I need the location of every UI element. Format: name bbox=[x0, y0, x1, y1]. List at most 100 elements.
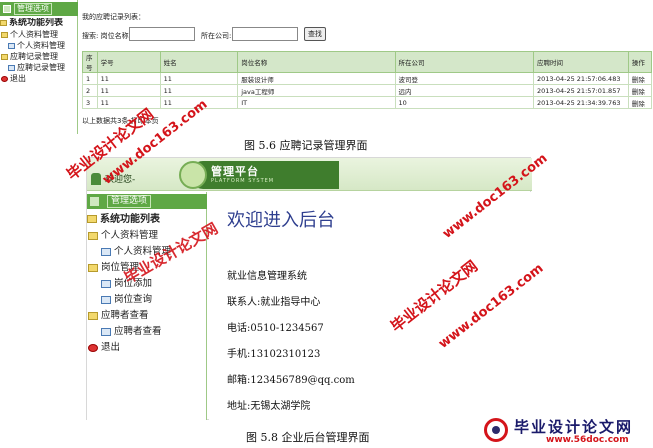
tree-item[interactable]: 个人资料管理 bbox=[0, 40, 78, 51]
info-line: 联系人:就业指导中心 bbox=[227, 297, 321, 308]
menu-tab[interactable]: 管理选项 bbox=[87, 194, 207, 209]
table-cell: 11 bbox=[96, 84, 161, 97]
tree-item-label: 个人资料管理 bbox=[101, 230, 159, 241]
folder-icon bbox=[88, 231, 98, 240]
search-label-company: 所在公司: bbox=[201, 32, 232, 40]
tree-item-label: 岗位查询 bbox=[114, 294, 153, 305]
function-tree: 系统功能列表 个人资料管理 个人资料管理 岗位管理 岗位添加 岗位查询 应聘者查看 应聘者查… bbox=[87, 212, 207, 356]
job-name-input[interactable] bbox=[129, 27, 195, 41]
tree-item-label: 个人资料管理 bbox=[17, 41, 65, 50]
table-cell: 11 bbox=[159, 84, 239, 97]
menu-tab[interactable]: 管理选项 bbox=[0, 2, 78, 16]
tree-item-label: 个人资料管理 bbox=[10, 30, 58, 39]
tree-item[interactable]: 应聘者查看 bbox=[87, 308, 207, 324]
page-edit-icon bbox=[8, 64, 15, 71]
tree-item[interactable]: 个人资料管理 bbox=[0, 29, 78, 40]
page-edit-icon bbox=[101, 279, 111, 288]
tree-item[interactable]: 岗位管理 bbox=[87, 260, 207, 276]
table-cell: 10 bbox=[394, 96, 534, 109]
table-header-cell: 姓名 bbox=[159, 51, 239, 73]
table-cell: 2013-04-25 21:57:01.857 bbox=[532, 84, 629, 97]
tree-item[interactable]: 应聘者查看 bbox=[87, 324, 207, 340]
exit-icon bbox=[88, 343, 98, 352]
tree-item[interactable]: 应聘记录管理 bbox=[0, 62, 78, 73]
table-cell: 11 bbox=[96, 72, 161, 85]
sidebar: 管理选项 系统功能列表 个人资料管理 个人资料管理 岗位管理 岗位添加 岗位查询 应聘者查… bbox=[87, 192, 207, 420]
delete-link[interactable]: 删除 bbox=[627, 84, 653, 97]
records-table: 序号 学号 姓名 岗位名称 所在公司 应聘时间 操作 1 11 11 服装设计师 波司登 2013-0… bbox=[82, 51, 653, 109]
folder-icon bbox=[88, 263, 98, 272]
info-line: 就业信息管理系统 bbox=[227, 271, 307, 282]
table-row: 1 11 11 服装设计师 波司登 2013-04-25 21:57:06.483 删除 bbox=[82, 72, 653, 85]
content-panel: 欢迎进入后台 就业信息管理系统联系人:就业指导中心 电话:0510-1234567… bbox=[209, 192, 531, 420]
logo-name: 毕业设计论文网 bbox=[514, 418, 634, 436]
tree-item-label: 应聘者查看 bbox=[114, 326, 162, 337]
tree-item-label: 退出 bbox=[101, 342, 121, 353]
tree-item[interactable]: 个人资料管理 bbox=[87, 228, 207, 244]
brand-title: 管理平台 bbox=[211, 165, 259, 178]
table-header-row: 序号 学号 姓名 岗位名称 所在公司 应聘时间 操作 bbox=[82, 51, 653, 73]
site-logo: 毕业设计论文网 www.56doc.com bbox=[484, 416, 651, 446]
menu-tab-label: 管理选项 bbox=[14, 3, 52, 15]
table-row: 3 11 11 IT 10 2013-04-25 21:34:39.763 删除 bbox=[82, 96, 653, 109]
table-cell: IT bbox=[237, 96, 396, 109]
folder-icon bbox=[1, 53, 8, 60]
tree-folder-icon bbox=[0, 19, 7, 26]
table-cell: 2 bbox=[82, 84, 98, 97]
tree-title-label: 系统功能列表 bbox=[100, 214, 160, 225]
brand-subtitle: PLATFORM SYSTEM bbox=[211, 178, 275, 184]
table-cell: 11 bbox=[159, 96, 239, 109]
table-cell: 波司登 bbox=[394, 72, 534, 85]
tree-item[interactable]: 退出 bbox=[87, 340, 207, 356]
page-edit-icon bbox=[101, 295, 111, 304]
table-cell: 11 bbox=[159, 72, 239, 85]
table-cell: 服装设计师 bbox=[237, 72, 396, 85]
info-line: 邮箱:123456789@qq.com bbox=[227, 375, 355, 386]
company-input[interactable] bbox=[232, 27, 298, 41]
search-label-job: 搜索: 岗位名称: bbox=[82, 32, 131, 40]
delete-link[interactable]: 删除 bbox=[627, 72, 653, 85]
menu-icon bbox=[90, 197, 99, 206]
main-panel: 我的应聘记录列表： 搜索: 岗位名称: 所在公司: 查找 序号 学号 姓名 岗位名称所… bbox=[80, 0, 653, 134]
tree-item-label: 岗位管理 bbox=[101, 262, 140, 273]
logo-mark-icon bbox=[484, 418, 508, 442]
search-button[interactable]: 查找 bbox=[304, 27, 326, 41]
welcome-heading: 欢迎进入后台 bbox=[227, 210, 335, 231]
table-row: 2 11 11 java工程师 远内 2013-04-25 21:57:01.857 删除 bbox=[82, 84, 653, 97]
table-cell: 2013-04-25 21:57:06.483 bbox=[532, 72, 629, 85]
tree-item-label: 个人资料管理 bbox=[114, 246, 172, 257]
delete-link[interactable]: 删除 bbox=[627, 96, 653, 109]
tree-item[interactable]: 岗位添加 bbox=[87, 276, 207, 292]
footer-note[interactable]: 以上数据共3条,打印本页 bbox=[82, 116, 159, 126]
table-cell: 3 bbox=[82, 96, 98, 109]
page-edit-icon bbox=[101, 247, 111, 256]
function-tree: 系统功能列表 个人资料管理 个人资料管理 应聘记录管理 应聘记录管理 退出 bbox=[0, 18, 78, 84]
welcome-text: 欢迎您- bbox=[105, 175, 136, 185]
contact-info: 就业信息管理系统联系人:就业指导中心 电话:0510-1234567 手机:1310… bbox=[227, 264, 355, 420]
tree-item[interactable]: 退出 bbox=[0, 73, 78, 84]
table-cell: 11 bbox=[96, 96, 161, 109]
exit-icon bbox=[1, 75, 8, 82]
tree-item-label: 退出 bbox=[10, 74, 26, 83]
table-header-cell: 所在公司 bbox=[394, 51, 534, 73]
info-line: 地址:无锡太湖学院 bbox=[227, 401, 311, 412]
info-line: 电话:0510-1234567 bbox=[227, 323, 324, 334]
tree-title: 系统功能列表 bbox=[0, 18, 78, 29]
table-header-cell: 操作 bbox=[627, 51, 653, 73]
folder-icon bbox=[1, 31, 8, 38]
table-header-cell: 岗位名称 bbox=[237, 51, 396, 73]
brand-logo-icon bbox=[179, 161, 207, 189]
menu-tab-label: 管理选项 bbox=[107, 195, 152, 208]
table-cell: 1 bbox=[82, 72, 98, 85]
tree-item[interactable]: 个人资料管理 bbox=[87, 244, 207, 260]
sidebar: 管理选项 系统功能列表 个人资料管理 个人资料管理 应聘记录管理 应聘记录管理 退出 bbox=[0, 0, 78, 134]
info-line: 手机:13102310123 bbox=[227, 349, 321, 360]
menu-icon bbox=[3, 5, 11, 13]
tree-item-label: 应聘记录管理 bbox=[10, 52, 58, 61]
tree-item[interactable]: 应聘记录管理 bbox=[0, 51, 78, 62]
tree-item[interactable]: 岗位查询 bbox=[87, 292, 207, 308]
logo-url: www.56doc.com bbox=[546, 435, 629, 445]
top-banner: 欢迎您- 管理平台 PLATFORM SYSTEM bbox=[87, 158, 532, 191]
brand-banner: 管理平台 PLATFORM SYSTEM bbox=[179, 161, 339, 189]
figure-caption-5-6: 图 5.6 应聘记录管理界面 bbox=[244, 139, 368, 152]
